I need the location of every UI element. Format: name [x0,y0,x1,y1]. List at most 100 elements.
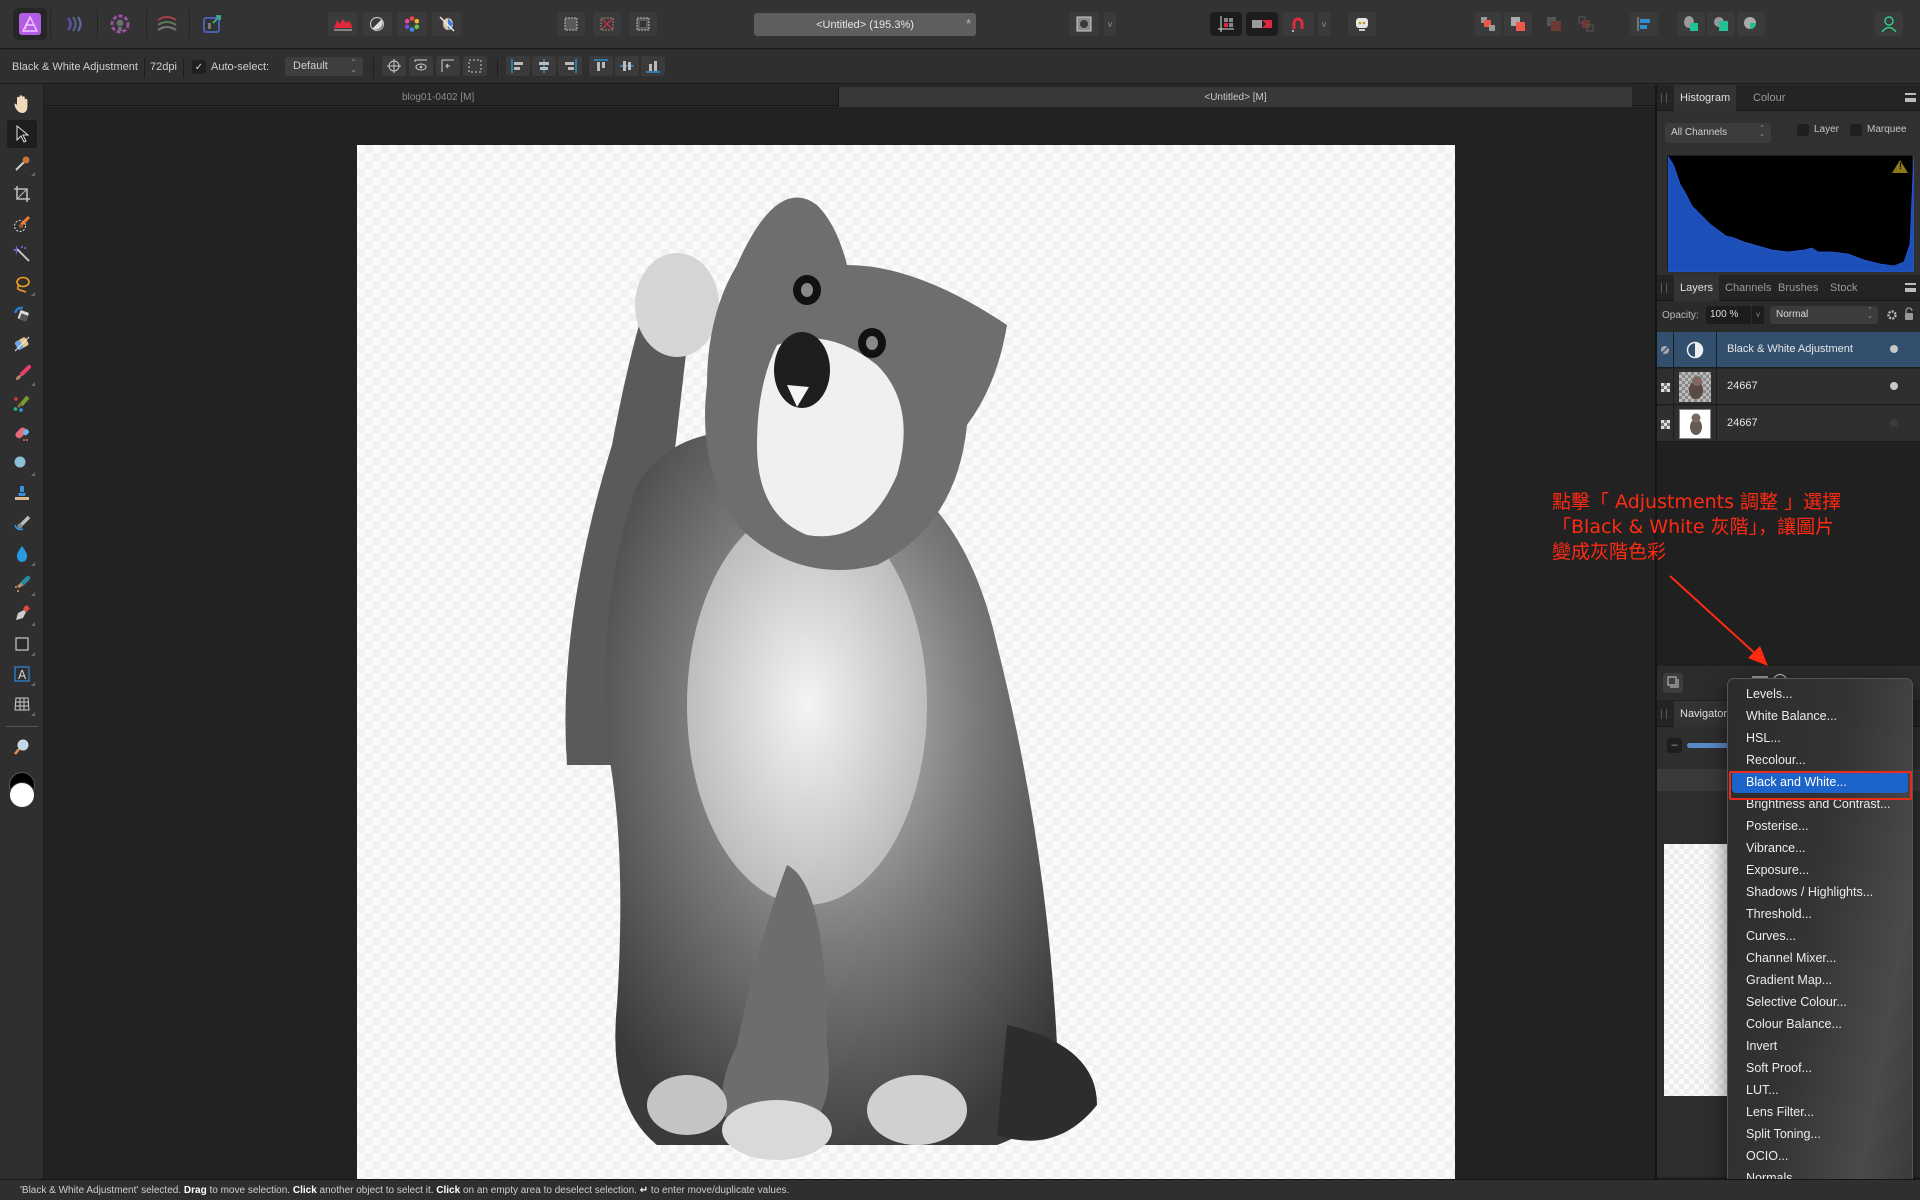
white-balance-button[interactable] [362,12,392,36]
deselect-button[interactable] [593,12,621,36]
panel-menu-icon[interactable] [1905,283,1916,292]
align-right-button[interactable] [558,56,582,76]
menu-item-brightness-and-contrast[interactable]: Brightness and Contrast... [1732,793,1908,815]
menu-item-gradient-map[interactable]: Gradient Map... [1732,969,1908,991]
boolean-add-button[interactable] [1677,12,1705,36]
boolean-subtract-button[interactable] [1707,12,1735,36]
invert-selection-button[interactable] [629,12,657,36]
blur-brush-tool[interactable] [7,540,37,568]
tab-stock[interactable]: Stock [1824,275,1864,301]
color-swatches[interactable] [7,772,37,812]
panel-grip-handle[interactable] [1661,283,1667,293]
layer-stack-button[interactable] [1663,673,1683,693]
menu-item-exposure[interactable]: Exposure... [1732,859,1908,881]
color-picker-tool[interactable] [7,150,37,178]
opacity-dropdown[interactable]: v [1752,306,1764,324]
photo-persona-button[interactable] [13,8,47,40]
menu-item-colour-balance[interactable]: Colour Balance... [1732,1013,1908,1035]
freehand-selection-tool[interactable] [7,270,37,298]
tab-colour[interactable]: Colour [1747,85,1791,111]
menu-item-invert[interactable]: Invert [1732,1035,1908,1057]
gear-icon[interactable] [1886,309,1898,321]
layer-hidden-dot[interactable] [1890,419,1898,427]
align-left-button[interactable] [506,56,530,76]
menu-item-vibrance[interactable]: Vibrance... [1732,837,1908,859]
crop-tool[interactable] [7,180,37,208]
rectangle-tool[interactable] [7,630,37,658]
snapping-grid-button[interactable] [1210,12,1242,36]
align-middle-button[interactable] [615,56,639,76]
doc-tab-untitled[interactable]: <Untitled> [M] [838,87,1632,107]
marquee-checkbox[interactable] [1850,124,1862,136]
menu-item-lens-filter[interactable]: Lens Filter... [1732,1101,1908,1123]
blend-mode-select[interactable]: Normal ⌃ ⌄ [1770,306,1878,324]
menu-item-ocio[interactable]: OCIO... [1732,1145,1908,1167]
menu-item-recolour[interactable]: Recolour... [1732,749,1908,771]
menu-item-curves[interactable]: Curves... [1732,925,1908,947]
opacity-field[interactable]: 100 % [1706,306,1751,324]
layer-visible-dot[interactable] [1890,345,1898,353]
align-center-button[interactable] [532,56,556,76]
layer-row[interactable]: 24667 [1657,369,1920,405]
select-all-button[interactable] [557,12,585,36]
layer-row[interactable]: 24667 [1657,406,1920,442]
levels-button[interactable] [328,12,358,36]
menu-item-shadows-highlights[interactable]: Shadows / Highlights... [1732,881,1908,903]
zoom-glass-tool[interactable] [7,450,37,478]
export-persona-button[interactable] [195,8,229,40]
menu-item-levels[interactable]: Levels... [1732,683,1908,705]
menu-item-hsl[interactable]: HSL... [1732,727,1908,749]
auto-select-checkbox[interactable]: ✓ [192,60,206,74]
auto-select-dropdown[interactable]: Default ⌃ ⌄ [285,57,363,76]
erase-brush-tool[interactable] [7,420,37,448]
pixel-tool[interactable] [7,390,37,418]
align-bottom-button[interactable] [641,56,665,76]
panel-grip-handle[interactable] [1661,93,1667,103]
transform-origin-button[interactable] [382,56,406,76]
hand-tool[interactable] [7,90,37,118]
layer-visibility-toggle[interactable] [1657,406,1674,442]
menu-item-soft-proof[interactable]: Soft Proof... [1732,1057,1908,1079]
flood-select-tool[interactable] [7,240,37,268]
menu-item-white-balance[interactable]: White Balance... [1732,705,1908,727]
paint-brush-tool[interactable] [7,360,37,388]
layer-visibility-toggle[interactable] [1657,369,1674,405]
clone-brush-tool[interactable] [7,480,37,508]
arrange-back-button[interactable] [1572,12,1600,36]
boolean-intersect-button[interactable] [1737,12,1765,36]
snap-to-guides-button[interactable] [463,56,487,76]
panel-menu-icon[interactable] [1905,93,1916,102]
secondary-color-swatch[interactable] [9,782,35,808]
zoom-out-button[interactable]: – [1667,738,1682,753]
menu-item-selective-colour[interactable]: Selective Colour... [1732,991,1908,1013]
tab-histogram[interactable]: Histogram [1674,85,1737,111]
menu-item-threshold[interactable]: Threshold... [1732,903,1908,925]
pen-tool[interactable] [7,600,37,628]
menu-item-posterise[interactable]: Posterise... [1732,815,1908,837]
arrange-front-button[interactable] [1474,12,1502,36]
show-selection-box-button[interactable] [409,56,433,76]
layer-checkbox[interactable] [1797,124,1809,136]
channel-select[interactable]: All Channels ⌃ ⌄ [1665,123,1771,143]
menu-item-channel-mixer[interactable]: Channel Mixer... [1732,947,1908,969]
tab-channels[interactable]: Channels [1719,275,1777,301]
canvas-workspace[interactable] [44,107,1655,1179]
arrange-forward-button[interactable] [1504,12,1532,36]
tab-brushes[interactable]: Brushes [1772,275,1824,301]
document-canvas[interactable] [357,145,1455,1179]
panel-grip-handle[interactable] [1661,709,1667,719]
selection-brush-tool[interactable] [7,210,37,238]
layer-visible-dot[interactable] [1890,382,1898,390]
liquify-persona-button[interactable] [58,8,92,40]
quick-mask-dropdown[interactable]: v [1104,12,1116,36]
artistic-text-tool[interactable]: A [7,660,37,688]
menu-item-split-toning[interactable]: Split Toning... [1732,1123,1908,1145]
gradient-tool[interactable] [7,330,37,358]
recolour-button[interactable] [432,12,462,36]
arrange-backward-button[interactable] [1540,12,1568,36]
navigator-preview[interactable] [1664,844,1734,1096]
assistant-button[interactable] [1348,12,1376,36]
doc-tab-blog01[interactable]: blog01-0402 [M] [44,87,838,107]
menu-item-black-and-white[interactable]: Black and White... [1732,771,1908,793]
layer-row[interactable]: Black & White Adjustment [1657,332,1920,368]
